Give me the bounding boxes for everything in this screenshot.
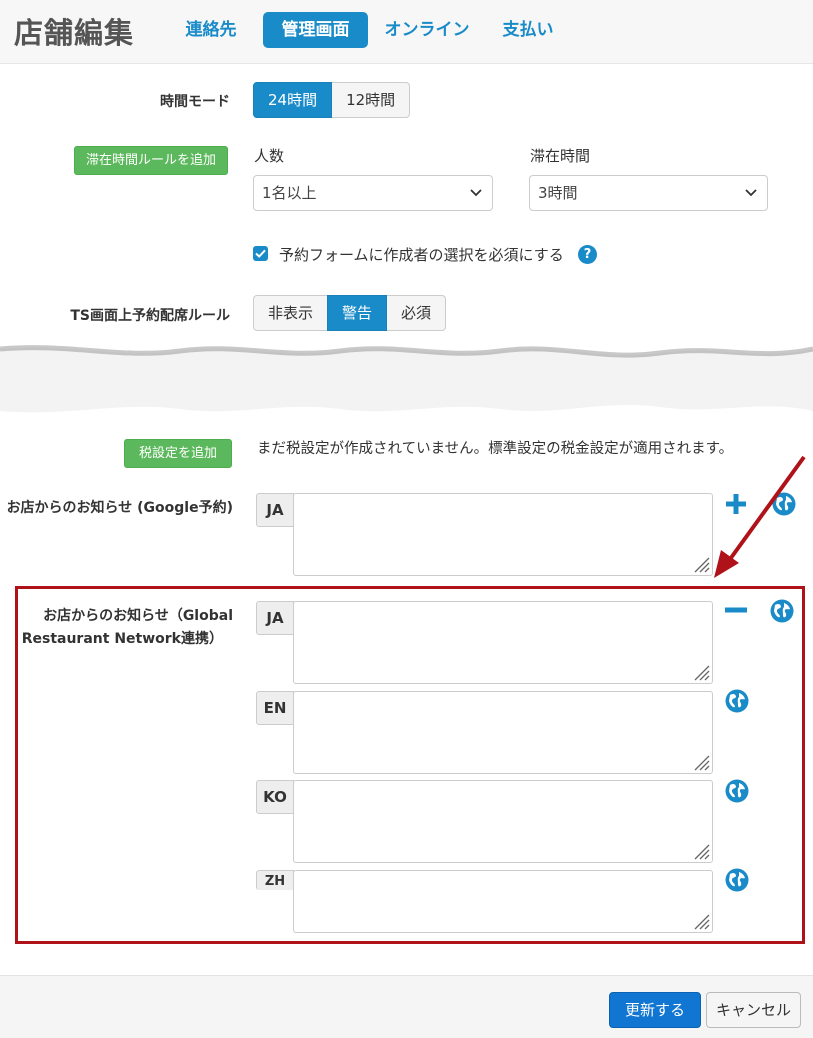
cancel-button[interactable]: キャンセル (706, 992, 801, 1028)
globe-icon[interactable] (770, 599, 794, 623)
ts-rule-warn-button[interactable]: 警告 (327, 295, 388, 331)
globe-icon[interactable] (725, 779, 749, 803)
duration-label: 滞在時間 (530, 147, 591, 165)
time-mode-12h-button[interactable]: 12時間 (331, 82, 411, 118)
google-notice-label: お店からのお知らせ (Google予約) (6, 500, 233, 516)
tab-contact[interactable]: 連絡先 (170, 12, 252, 48)
lang-tag-ko: KO (256, 780, 294, 814)
resize-grip-icon[interactable] (690, 910, 710, 930)
lang-tag-en: EN (256, 691, 294, 725)
tab-online[interactable]: オンライン (378, 12, 476, 48)
lang-tag-zh: ZH (256, 870, 294, 890)
annotation-arrow-icon (714, 455, 806, 578)
time-mode-24h-button[interactable]: 24時間 (253, 82, 333, 118)
grn-notice-label-line2: Restaurant Network連携） (21, 631, 223, 647)
torn-edge-graphic (0, 335, 813, 425)
update-button[interactable]: 更新する (609, 992, 701, 1028)
globe-icon[interactable] (725, 868, 749, 892)
duration-select[interactable]: 3時間 (529, 175, 768, 211)
ts-rule-required-button[interactable]: 必須 (386, 295, 447, 331)
time-mode-label: 時間モード (160, 94, 230, 110)
omitted-section-divider (0, 335, 813, 425)
grn-notice-en-textarea[interactable] (293, 691, 713, 774)
tax-message: まだ税設定が作成されていません。標準設定の税金設定が適用されます。 (257, 441, 734, 457)
ts-rule-label: TS画面上予約配席ルール (70, 308, 230, 324)
globe-icon[interactable] (725, 689, 749, 713)
google-notice-textarea[interactable] (293, 493, 713, 576)
time-mode-toggle: 24時間 12時間 (253, 82, 411, 118)
question-circle-icon[interactable]: ? (578, 245, 597, 264)
lang-tag-ja: JA (256, 601, 294, 635)
creator-required-label: 予約フォームに作成者の選択を必須にする (279, 246, 564, 264)
grn-notice-ja-textarea[interactable] (293, 601, 713, 684)
add-tax-button[interactable]: 税設定を追加 (124, 439, 232, 468)
grn-notice-label-line1: お店からのお知らせ（Global (43, 608, 233, 624)
page-title: 店舗編集 (14, 16, 135, 50)
check-icon (255, 249, 266, 258)
lang-tag-ja: JA (256, 493, 294, 527)
tab-admin[interactable]: 管理画面 (263, 12, 368, 48)
people-select[interactable]: 1名以上 (253, 175, 493, 211)
people-label: 人数 (254, 147, 285, 165)
chevron-down-icon (470, 189, 482, 197)
ts-rule-hide-button[interactable]: 非表示 (253, 295, 329, 331)
resize-grip-icon[interactable] (690, 661, 710, 681)
resize-grip-icon[interactable] (690, 751, 710, 771)
creator-required-checkbox[interactable] (253, 246, 268, 261)
chevron-down-icon (745, 189, 757, 197)
people-select-value: 1名以上 (262, 184, 317, 202)
minus-icon[interactable] (724, 598, 748, 622)
ts-rule-toggle: 非表示 警告 必須 (253, 295, 447, 331)
resize-grip-icon[interactable] (690, 840, 710, 860)
grn-notice-zh-textarea[interactable] (293, 870, 713, 933)
duration-select-value: 3時間 (538, 184, 578, 202)
tab-payment[interactable]: 支払い (488, 12, 568, 48)
add-stay-rule-button[interactable]: 滞在時間ルールを追加 (74, 146, 228, 175)
grn-notice-ko-textarea[interactable] (293, 780, 713, 863)
